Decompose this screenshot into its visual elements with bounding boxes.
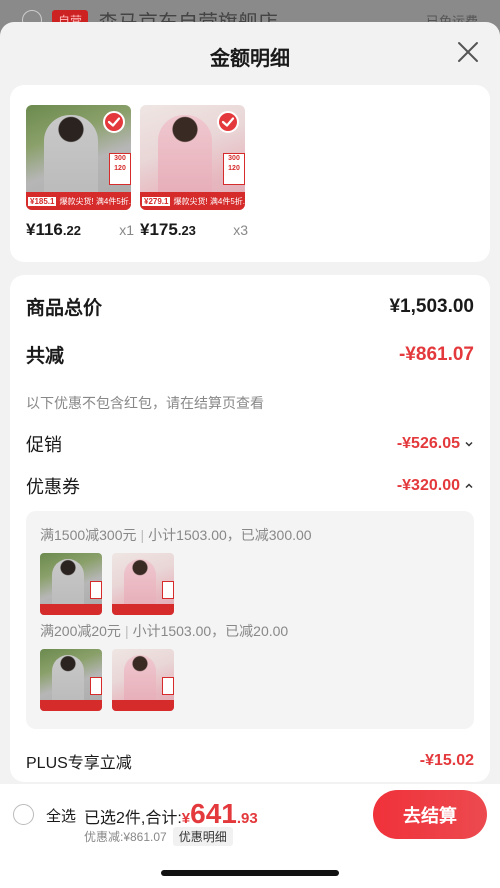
selected-count: 已选2件,合计: (84, 810, 182, 827)
discount-summary: 优惠减:¥861.07 优惠明细 (84, 827, 233, 846)
coupon-value-wrap: -¥320.00 (397, 477, 474, 495)
promo-label: 促销 (26, 435, 62, 455)
checkout-button[interactable]: 去结算 (373, 790, 487, 839)
reduce-label: 共减 (26, 346, 65, 367)
plus-label: PLUS专享立减 (26, 755, 132, 772)
sheet-title: 金额明细 (210, 48, 290, 70)
select-all-radio[interactable] (13, 804, 34, 825)
total-summary: 已选2件,合计: ¥ 641 .93 (84, 798, 258, 830)
total-yen: ¥ (181, 810, 191, 827)
total-row: 商品总价 ¥1,503.00 (26, 293, 474, 320)
discount-text: 优惠减:¥861.07 (84, 830, 167, 844)
product-item[interactable]: 300 120 ¥279.1 爆款尖货! 满4件5折. ¥175.23 x3 (140, 105, 248, 239)
coupon-product-thumb (112, 649, 174, 711)
total-value: ¥1,503.00 (389, 295, 474, 317)
coupon-label: 优惠券 (26, 477, 80, 497)
checkout-bar: 全选 已选2件,合计: ¥ 641 .93 优惠减:¥861.07 优惠明细 去… (0, 784, 500, 888)
product-item[interactable]: 300 120 ¥185.1 爆款尖货! 满4件5折. ¥116.22 x1 (26, 105, 134, 239)
coupon-detail-box: 满1500减300元 | 小计1503.00，已减300.00 满200减20元 | 小… (26, 511, 474, 729)
discount-note: 以下优惠不包含红包，请在结算页查看 (26, 395, 264, 411)
reduce-row: 共减 -¥861.07 (26, 341, 474, 368)
promo-value: -¥526.05 (396, 435, 460, 452)
total-amount: 641 (190, 798, 237, 829)
discount-badge: 300 120 (109, 153, 131, 185)
promo-row[interactable]: 促销 -¥526.05 (26, 431, 474, 457)
home-indicator[interactable] (161, 870, 339, 876)
select-all-label[interactable]: 全选 (46, 805, 76, 826)
plus-value: -¥15.02 (419, 752, 474, 769)
check-icon (103, 111, 125, 133)
total-cents: .93 (236, 810, 258, 827)
total-label: 商品总价 (26, 298, 103, 319)
price-strip: ¥185.1 爆款尖货! 满4件5折. (26, 192, 131, 210)
price-strip: ¥279.1 爆款尖货! 满4件5折. (140, 192, 245, 210)
product-image[interactable]: 300 120 ¥185.1 爆款尖货! 满4件5折. (26, 105, 131, 210)
product-qty: x3 (233, 222, 248, 238)
price-detail-card: 商品总价 ¥1,503.00 共减 -¥861.07 以下优惠不包含红包，请在结… (10, 275, 490, 782)
chevron-up-icon (465, 483, 473, 489)
plus-row: PLUS专享立减 -¥15.02 (26, 749, 474, 773)
product-image[interactable]: 300 120 ¥279.1 爆款尖货! 满4件5折. (140, 105, 245, 210)
promo-value-wrap: -¥526.05 (397, 435, 474, 453)
discount-detail-link[interactable]: 优惠明细 (172, 827, 233, 846)
product-price: ¥175.23 (140, 220, 196, 239)
amount-detail-sheet: 金额明细 300 120 ¥185.1 爆款尖货! 满4件5折. ¥116.22 x… (0, 22, 500, 888)
coupon-product-thumb (112, 553, 174, 615)
close-icon[interactable] (456, 40, 480, 64)
reduce-value: -¥861.07 (398, 343, 474, 365)
chevron-down-icon (465, 441, 473, 447)
product-price: ¥116.22 (26, 220, 81, 239)
discount-badge: 300 120 (223, 153, 245, 185)
check-icon (217, 111, 239, 133)
coupon-rule-line: 满1500减300元 | 小计1503.00，已减300.00 (40, 527, 312, 543)
coupon-product-thumb (40, 649, 102, 711)
coupon-row[interactable]: 优惠券 -¥320.00 (26, 473, 474, 499)
product-qty: x1 (119, 222, 134, 238)
coupon-rule-line: 满200减20元 | 小计1503.00，已减20.00 (40, 623, 289, 639)
product-card: 300 120 ¥185.1 爆款尖货! 满4件5折. ¥116.22 x1 300… (10, 85, 490, 262)
coupon-value: -¥320.00 (396, 477, 460, 494)
coupon-product-thumb (40, 553, 102, 615)
